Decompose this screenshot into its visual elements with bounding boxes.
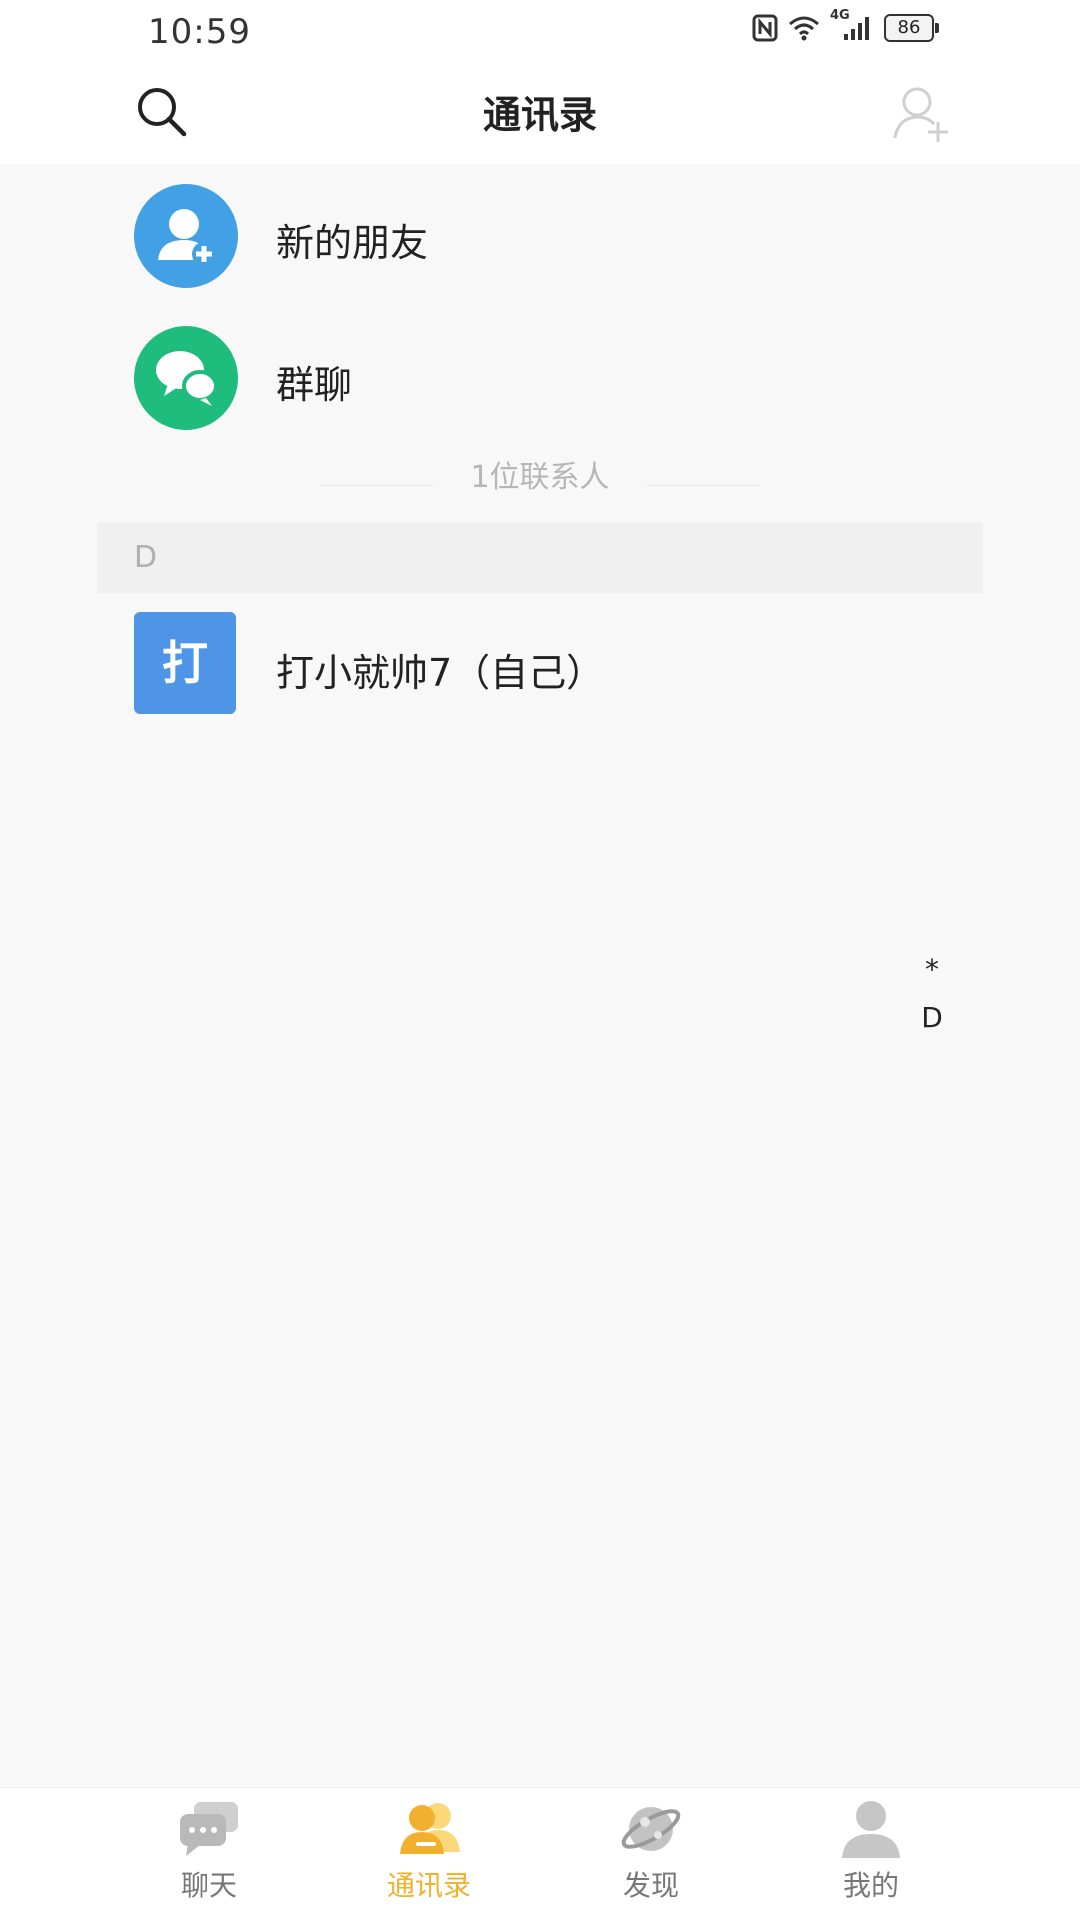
new-friends-avatar <box>134 184 238 288</box>
wifi-icon <box>789 16 819 41</box>
section-letter: D <box>134 540 158 575</box>
add-user-icon[interactable] <box>890 82 952 144</box>
bottom-nav: 聊天 通讯录 发现 我的 <box>0 1787 1080 1921</box>
index-item-star[interactable]: * <box>912 946 952 994</box>
contact-row[interactable]: 打 打小就帅7（自己） <box>0 606 1080 726</box>
entry-label: 群聊 <box>276 363 353 407</box>
section-header: D <box>97 522 983 593</box>
planet-icon <box>621 1807 681 1851</box>
nav-discover[interactable]: 发现 <box>571 1798 731 1916</box>
top-bar: 通讯录 <box>0 62 1080 164</box>
contact-count: 1位联系人 <box>470 460 610 495</box>
status-icons: 4G 86 <box>752 8 939 42</box>
nav-label: 发现 <box>622 1869 679 1902</box>
alphabet-index[interactable]: * D <box>912 946 952 1042</box>
nav-chat[interactable]: 聊天 <box>129 1798 289 1916</box>
chat-bubbles-icon <box>156 351 218 406</box>
group-chat-entry[interactable]: 群聊 <box>0 310 1080 430</box>
contact-name: 打小就帅7（自己） <box>276 651 605 695</box>
contacts-icon <box>400 1803 460 1854</box>
index-item-d[interactable]: D <box>912 994 952 1042</box>
nav-me[interactable]: 我的 <box>791 1798 951 1916</box>
new-friends-entry[interactable]: 新的朋友 <box>0 168 1080 288</box>
battery-indicator: 86 <box>884 14 939 42</box>
group-chat-avatar <box>134 326 238 430</box>
nav-contacts[interactable]: 通讯录 <box>349 1798 509 1916</box>
signal-icon: 4G <box>830 8 874 42</box>
divider-right <box>646 485 760 486</box>
contact-avatar: 打 <box>134 612 236 714</box>
status-bar: 10:59 4G 86 <box>0 0 1080 62</box>
chat-icon <box>180 1802 238 1856</box>
person-icon <box>842 1801 900 1858</box>
entry-label: 新的朋友 <box>276 221 429 265</box>
nav-label: 我的 <box>842 1869 899 1902</box>
nfc-icon <box>752 14 778 42</box>
status-time: 10:59 <box>148 12 251 52</box>
nav-label: 通讯录 <box>386 1869 471 1902</box>
add-user-icon <box>158 209 216 266</box>
nav-label: 聊天 <box>180 1869 237 1902</box>
